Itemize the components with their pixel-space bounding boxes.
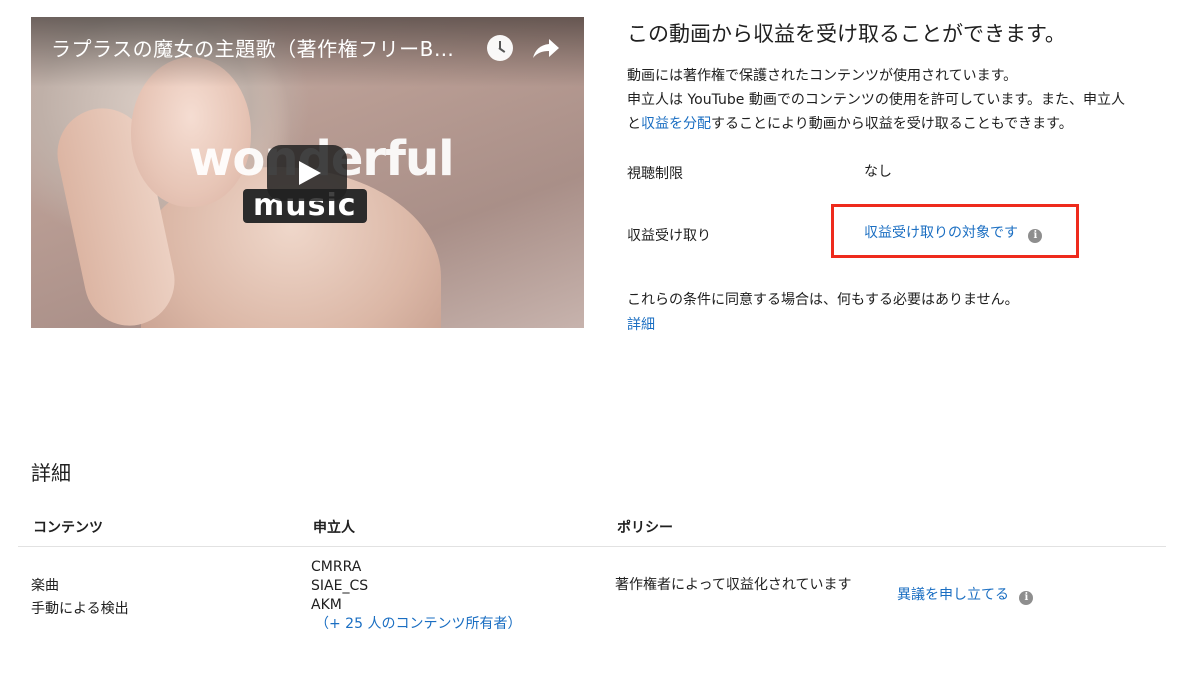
- claim-description: 動画には著作権で保護されたコンテンツが使用されています。 申立人は YouTub…: [627, 64, 1172, 136]
- dispute-link[interactable]: 異議を申し立てる: [897, 587, 1009, 603]
- viewing-restriction-value: なし: [864, 164, 892, 180]
- table-divider: [18, 546, 1166, 547]
- content-type: 楽曲: [31, 578, 59, 594]
- monetization-value-link[interactable]: 収益受け取りの対象です: [864, 225, 1018, 241]
- agree-text: これらの条件に同意する場合は、何もする必要はありません。: [627, 292, 1019, 308]
- revenue-share-link[interactable]: 収益を分配: [641, 116, 711, 132]
- monetization-label: 収益受け取り: [627, 228, 711, 244]
- more-owners-link[interactable]: （+ 25 人のコンテンツ所有者）: [315, 615, 521, 634]
- content-cell: 楽曲 手動による検出: [31, 575, 129, 621]
- content-detection: 手動による検出: [31, 601, 129, 617]
- claimant-cell: CMRRA SIAE_CS AKM （+ 25 人のコンテンツ所有者）: [311, 558, 521, 634]
- details-link[interactable]: 詳細: [627, 314, 655, 334]
- details-heading: 詳細: [31, 461, 71, 485]
- monetization-status[interactable]: 収益受け取りの対象です i: [864, 222, 1043, 243]
- column-header-content: コンテンツ: [33, 520, 103, 536]
- claimant-name: CMRRA: [311, 559, 362, 575]
- info-icon[interactable]: i: [1028, 229, 1043, 243]
- dispute-action[interactable]: 異議を申し立てる i: [897, 584, 1034, 605]
- desc-line-1: 動画には著作権で保護されたコンテンツが使用されています。: [627, 68, 1018, 84]
- play-icon[interactable]: [267, 145, 347, 201]
- claimant-name: SIAE_CS: [311, 578, 369, 594]
- info-icon[interactable]: i: [1019, 591, 1034, 605]
- column-header-claimant: 申立人: [313, 520, 355, 536]
- claimant-name: AKM: [311, 597, 342, 613]
- clock-icon[interactable]: [487, 35, 513, 61]
- monetization-heading: この動画から収益を受け取ることができます。: [627, 22, 1066, 46]
- viewing-restriction-label: 視聴制限: [627, 166, 683, 182]
- column-header-policy: ポリシー: [617, 520, 673, 536]
- desc-line-3-post: することにより動画から収益を受け取ることもできます。: [711, 116, 1073, 132]
- video-title[interactable]: ラプラスの魔女の主題歌（著作権フリーB…: [51, 33, 491, 62]
- video-thumbnail[interactable]: ラプラスの魔女の主題歌（著作権フリーB… wonderful music: [31, 17, 584, 328]
- share-icon[interactable]: [531, 35, 561, 61]
- desc-line-2: 申立人は YouTube 動画でのコンテンツの使用を許可しています。また、申立人: [627, 92, 1126, 108]
- policy-cell: 著作権者によって収益化されています: [615, 577, 852, 593]
- desc-line-3-pre: と: [627, 116, 641, 132]
